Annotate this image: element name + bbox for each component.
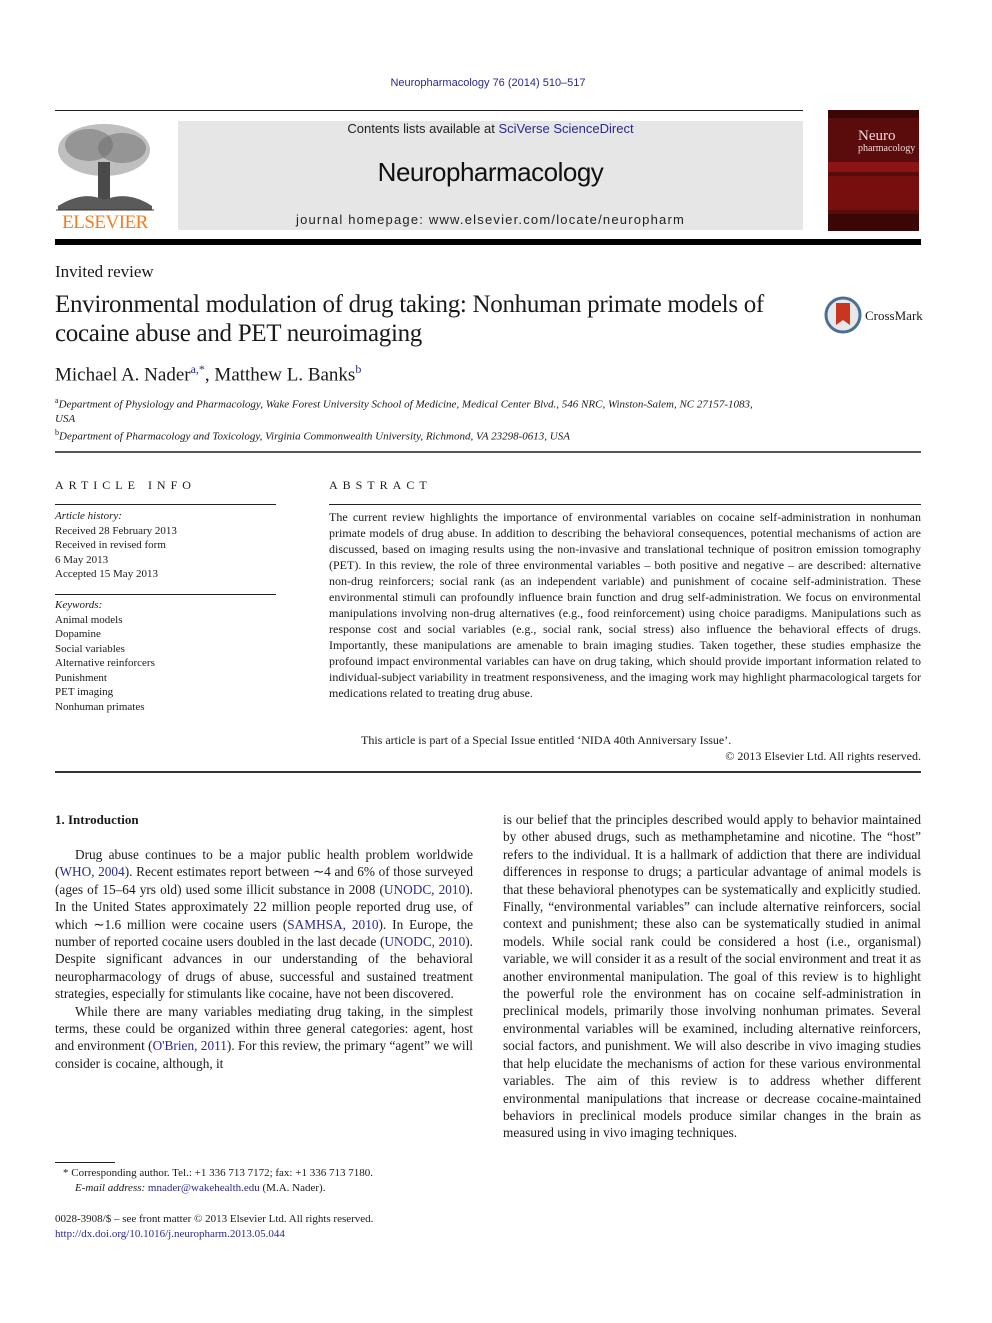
- journal-citation[interactable]: Neuropharmacology 76 (2014) 510–517: [0, 77, 976, 89]
- article-info-heading: ARTICLE INFO: [55, 478, 196, 492]
- citation-link[interactable]: UNODC, 2010: [384, 934, 465, 949]
- affiliation-text: Department of Pharmacology and Toxicolog…: [59, 430, 570, 443]
- keyword-item: Alternative reinforcers: [55, 657, 155, 669]
- contents-prefix: Contents lists available at: [347, 121, 499, 136]
- top-divider: [55, 110, 803, 111]
- email-link[interactable]: mnader@wakehealth.edu: [148, 1182, 260, 1194]
- keyword-item: Nonhuman primates: [55, 700, 145, 713]
- section-heading-introduction: 1. Introduction: [55, 812, 139, 827]
- crossmark-button[interactable]: CrossMark: [824, 296, 924, 336]
- right-column: is our belief that the principles descri…: [503, 811, 921, 1142]
- intro-paragraph-2: While there are many variables mediating…: [55, 1003, 473, 1071]
- author-separator: ,: [204, 364, 215, 386]
- front-matter-line: 0028-3908/$ – see front matter © 2013 El…: [55, 1213, 374, 1225]
- keywords-divider: [55, 594, 276, 595]
- elsevier-wordmark: ELSEVIER: [62, 212, 148, 233]
- keyword-item: Animal models: [55, 613, 123, 626]
- history-label: Article history:: [55, 510, 122, 522]
- affiliation-item: bDepartment of Pharmacology and Toxicolo…: [55, 426, 755, 444]
- article-history: Article history: Received 28 February 20…: [55, 509, 177, 582]
- keyword-item: Dopamine: [55, 628, 101, 640]
- citation-link[interactable]: WHO, 2004: [59, 864, 124, 879]
- abstract-copyright: © 2013 Elsevier Ltd. All rights reserved…: [725, 749, 921, 763]
- history-item: Accepted 15 May 2013: [55, 568, 158, 580]
- author-name[interactable]: Michael A. Nader: [55, 364, 191, 385]
- keyword-item: PET imaging: [55, 686, 114, 698]
- corresponding-author-footnote: * Corresponding author. Tel.: +1 336 713…: [55, 1166, 475, 1196]
- abstract-heading: ABSTRACT: [329, 478, 432, 492]
- doi-link[interactable]: http://dx.doi.org/10.1016/j.neuropharm.2…: [55, 1227, 475, 1242]
- keywords-label: Keywords:: [55, 599, 103, 611]
- footnote-divider: [55, 1162, 115, 1163]
- abstract-body: The current review highlights the import…: [329, 510, 921, 700]
- contents-available-line: Contents lists available at SciVerse Sci…: [178, 121, 803, 136]
- title-divider: [55, 451, 921, 453]
- author-affiliation-marker[interactable]: a,*: [191, 362, 205, 376]
- keywords: Keywords: Animal models Dopamine Social …: [55, 598, 155, 714]
- email-label: E-mail address:: [75, 1182, 146, 1194]
- article-type: Invited review: [55, 262, 154, 281]
- affiliations: aDepartment of Physiology and Pharmacolo…: [55, 394, 755, 443]
- header-thick-divider: [55, 239, 921, 245]
- author-name[interactable]: Matthew L. Banks: [214, 364, 355, 385]
- affiliation-text: Department of Physiology and Pharmacolog…: [55, 398, 753, 425]
- cover-title-line2: pharmacology: [858, 143, 916, 154]
- article-info-divider: [55, 504, 276, 505]
- journal-homepage-link[interactable]: journal homepage: www.elsevier.com/locat…: [178, 212, 803, 227]
- corresponding-author-line: * Corresponding author. Tel.: +1 336 713…: [63, 1167, 373, 1179]
- article-title: Environmental modulation of drug taking:…: [55, 291, 764, 347]
- citation-link[interactable]: SAMHSA, 2010: [287, 917, 378, 932]
- email-line: E-mail address: mnader@wakehealth.edu (M…: [55, 1181, 475, 1196]
- intro-paragraph-continued: is our belief that the principles descri…: [503, 812, 921, 1141]
- left-column: Drug abuse continues to be a major publi…: [55, 846, 473, 1072]
- author-list: Michael A. Nadera,*, Matthew L. Banksb: [55, 362, 361, 386]
- citation-link[interactable]: O'Brien, 2011: [153, 1038, 227, 1053]
- citation-link[interactable]: UNODC, 2010: [384, 882, 465, 897]
- keyword-item: Social variables: [55, 642, 125, 655]
- journal-title: Neuropharmacology: [377, 157, 604, 187]
- affiliation-item: aDepartment of Physiology and Pharmacolo…: [55, 394, 755, 426]
- abstract-end-divider: [55, 771, 921, 773]
- intro-paragraph-1: Drug abuse continues to be a major publi…: [55, 847, 473, 1002]
- history-item: Received in revised form: [55, 539, 166, 551]
- keyword-item: Punishment: [55, 671, 107, 684]
- abstract-divider: [329, 504, 921, 505]
- journal-header-banner: Contents lists available at SciVerse Sci…: [178, 121, 803, 230]
- crossmark-icon: [824, 296, 862, 334]
- author-affiliation-marker[interactable]: b: [355, 362, 361, 376]
- history-item: Received 28 February 2013: [55, 524, 177, 537]
- special-issue-note: This article is part of a Special Issue …: [361, 733, 732, 747]
- front-matter-block: 0028-3908/$ – see front matter © 2013 El…: [55, 1212, 475, 1242]
- journal-cover-image[interactable]: Neuro pharmacology: [828, 110, 919, 231]
- crossmark-label: CrossMark: [865, 308, 923, 323]
- history-item: 6 May 2013: [55, 553, 109, 566]
- email-suffix: (M.A. Nader).: [259, 1182, 326, 1194]
- sciencedirect-link[interactable]: SciVerse ScienceDirect: [498, 121, 633, 136]
